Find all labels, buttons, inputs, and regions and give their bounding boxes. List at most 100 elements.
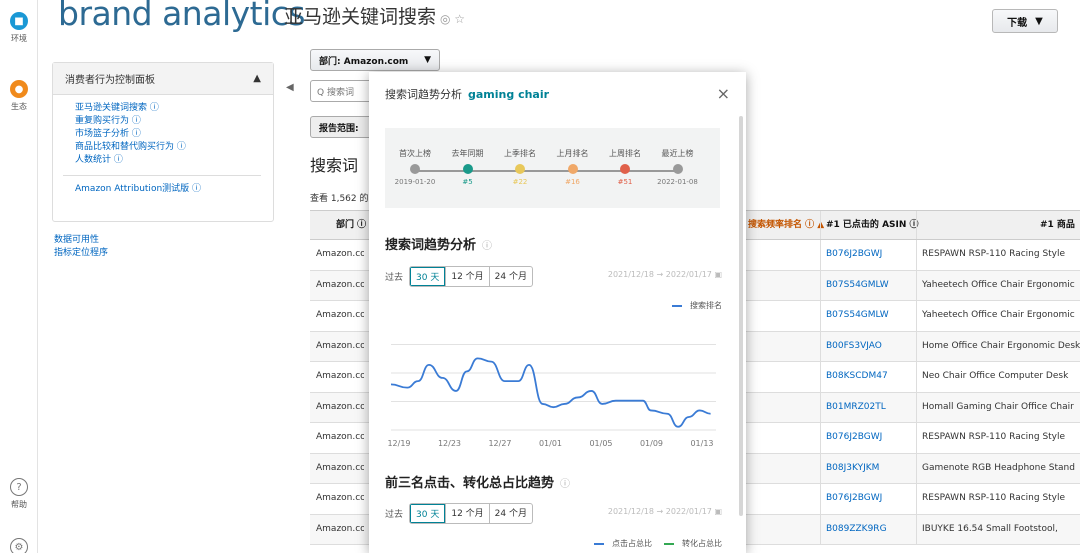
cell-product[interactable]: Home Office Chair Ergonomic Desk	[922, 341, 1080, 351]
favorite-icon[interactable]: ◎ ☆	[440, 12, 465, 26]
department-dropdown[interactable]: 部门: Amazon.com ▼	[310, 49, 440, 71]
cell-asin[interactable]: B076J2BGWJ	[826, 493, 882, 503]
cell-product[interactable]: Neo Chair Office Computer Desk	[922, 371, 1080, 381]
cell-asin[interactable]: B00FS3VJAO	[826, 341, 882, 351]
range-segmented-control: 30 天 12 个月 24 个月	[409, 503, 533, 524]
header-dept[interactable]: 部门 ⓘ	[336, 217, 366, 230]
trend-date-range[interactable]: 2021/12/18 → 2022/01/17 ▣	[608, 270, 722, 279]
timeline-label: 最近上榜	[661, 149, 694, 158]
timeline-value: #22	[512, 178, 528, 186]
cell-asin[interactable]: B076J2BGWJ	[826, 432, 882, 442]
cell-asin[interactable]: B076J2BGWJ	[826, 249, 882, 259]
timeline-label: 首次上榜	[399, 149, 431, 158]
date-range-text: 2021/12/18 → 2022/01/17	[607, 270, 712, 279]
nav-item[interactable]: 重复购买行为 ⓘ	[75, 115, 273, 128]
calendar-icon: ▣	[714, 507, 722, 516]
ctr-date-range[interactable]: 2021/12/18 → 2022/01/17 ▣	[608, 507, 722, 516]
timeline-point: 首次上榜 2019-01-20	[385, 148, 445, 186]
scrollbar[interactable]	[739, 116, 743, 516]
cell-asin[interactable]: B08KSCDM47	[826, 371, 888, 381]
cell-product[interactable]: IBUYKE 16.54 Small Footstool,	[922, 524, 1080, 534]
chevron-up-icon: ▲	[253, 73, 261, 84]
cell-product[interactable]: Homall Gaming Chair Office Chair	[922, 402, 1080, 412]
column-divider	[916, 301, 917, 331]
timeline-value: #51	[617, 178, 633, 186]
cell-product[interactable]: Yaheetech Office Chair Ergonomic	[922, 310, 1080, 320]
cell-product[interactable]: RESPAWN RSP-110 Racing Style	[922, 249, 1080, 259]
legend-item: 点击占总比	[594, 538, 652, 549]
column-divider	[916, 484, 917, 514]
cell-product[interactable]: Yaheetech Office Chair Ergonomic	[922, 280, 1080, 290]
column-divider	[916, 331, 917, 361]
column-divider	[820, 484, 821, 514]
page: brand analytics 亚马逊关键词搜索 ◎ ☆ 下载 ▼ 消费者行为控制…	[38, 0, 1080, 553]
x-tick-label: 12/23	[438, 439, 461, 448]
info-icon[interactable]: ⓘ	[482, 241, 492, 252]
rail-item-settings[interactable]: ⚙	[0, 538, 38, 553]
cell-product[interactable]: RESPAWN RSP-110 Racing Style	[922, 432, 1080, 442]
x-tick-label: 01/09	[640, 439, 663, 448]
column-divider	[916, 392, 917, 422]
column-divider	[916, 453, 917, 483]
header-asin[interactable]: #1 已点击的 ASIN ⓘ	[826, 217, 919, 230]
column-divider	[820, 362, 821, 392]
cell-product[interactable]: RESPAWN RSP-110 Racing Style	[922, 493, 1080, 503]
brand-logo: brand analytics	[58, 0, 306, 33]
range-12-months[interactable]: 12 个月	[445, 267, 488, 286]
left-panel-list: 亚马逊关键词搜索 ⓘ 重复购买行为 ⓘ 市场篮子分析 ⓘ 商品比较和替代购买行为…	[53, 95, 273, 167]
trend-legend: 搜索排名	[672, 300, 722, 311]
nav-item[interactable]: 亚马逊关键词搜索 ⓘ	[75, 102, 273, 115]
trend-range-selector: 过去 30 天 12 个月 24 个月	[385, 266, 533, 287]
left-rail: ■ 环境 ● 生态 ? 帮助 ⚙	[0, 0, 38, 553]
download-button[interactable]: 下载 ▼	[992, 9, 1058, 33]
chevron-down-icon: ▼	[1035, 15, 1043, 27]
close-icon[interactable]: ×	[717, 84, 730, 103]
x-tick-label: 01/01	[539, 439, 562, 448]
cell-dept: Amazon.com	[316, 493, 364, 503]
x-tick-label: 01/05	[589, 439, 612, 448]
collapse-panel-icon[interactable]: ◀	[286, 82, 294, 93]
legend-label: 转化占总比	[682, 539, 722, 548]
timeline-label: 上季排名	[504, 149, 536, 158]
left-panel-header[interactable]: 消费者行为控制面板 ▲	[53, 63, 273, 95]
modal-header: 搜索词趋势分析 gaming chair	[369, 72, 746, 116]
cell-asin[interactable]: B08J3KYJKM	[826, 463, 879, 473]
rank-timeline: 首次上榜 2019-01-20 去年同期 #5 上季排名 #22 上月排名 #16 上周排名 #5…	[385, 128, 720, 208]
x-tick-label: 01/13	[690, 439, 713, 448]
range-segmented-control: 30 天 12 个月 24 个月	[409, 266, 533, 287]
timeline-dot	[515, 164, 525, 174]
nav-item-attribution[interactable]: Amazon Attribution测试版 ⓘ	[53, 176, 273, 194]
cell-asin[interactable]: B07S54GMLW	[826, 310, 889, 320]
rail-label: 帮助	[11, 500, 27, 509]
legend-label: 搜索排名	[690, 301, 722, 310]
range-24-months[interactable]: 24 个月	[488, 267, 532, 286]
rail-item-environment[interactable]: ■ 环境	[0, 12, 38, 44]
nav-item[interactable]: 商品比较和替代购买行为 ⓘ	[75, 141, 273, 154]
column-divider	[916, 362, 917, 392]
nav-item[interactable]: 市场篮子分析 ⓘ	[75, 128, 273, 141]
range-12-months[interactable]: 12 个月	[445, 504, 488, 523]
link-data-availability[interactable]: 数据可用性	[54, 234, 108, 247]
column-divider	[820, 301, 821, 331]
range-24-months[interactable]: 24 个月	[488, 504, 532, 523]
cell-asin[interactable]: B01MRZ02TL	[826, 402, 886, 412]
timeline-point: 最近上榜 2022-01-08	[648, 148, 708, 186]
rail-item-help[interactable]: ? 帮助	[0, 478, 38, 510]
range-30-days[interactable]: 30 天	[410, 267, 446, 286]
cell-asin[interactable]: B07S54GMLW	[826, 280, 889, 290]
header-product[interactable]: #1 商品	[1040, 217, 1075, 230]
nav-item[interactable]: 人数统计 ⓘ	[75, 154, 273, 167]
link-metric-locator[interactable]: 指标定位程序	[54, 247, 108, 260]
download-label: 下载	[1007, 17, 1028, 29]
info-icon[interactable]: ⓘ	[560, 479, 570, 490]
rail-item-ecosystem[interactable]: ● 生态	[0, 80, 38, 112]
column-divider	[820, 211, 821, 239]
header-rank[interactable]: 搜索频率排名 ⓘ ▲	[748, 217, 824, 230]
x-tick-label: 12/27	[488, 439, 511, 448]
column-divider	[916, 240, 917, 270]
cell-asin[interactable]: B089ZZK9RG	[826, 524, 887, 534]
cell-product[interactable]: Gamenote RGB Headphone Stand	[922, 463, 1080, 473]
left-links: 数据可用性 指标定位程序	[54, 234, 108, 260]
chat-icon: ■	[10, 12, 28, 30]
range-30-days[interactable]: 30 天	[410, 504, 446, 523]
